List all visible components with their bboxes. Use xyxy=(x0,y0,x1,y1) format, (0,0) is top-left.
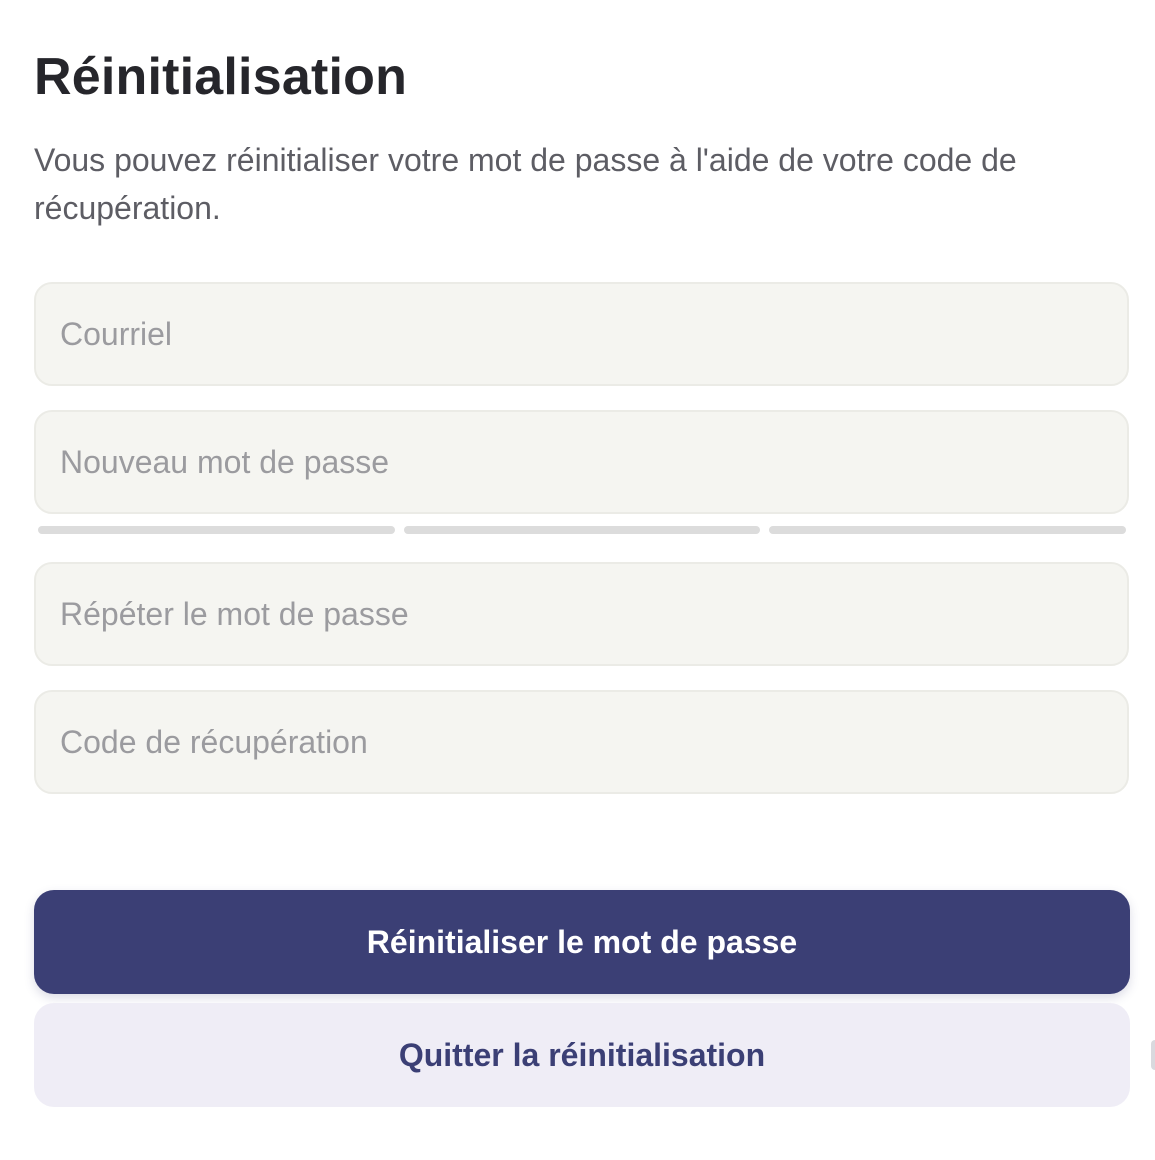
new-password-field[interactable] xyxy=(34,410,1129,514)
reset-password-button[interactable]: Réinitialiser le mot de passe xyxy=(34,890,1130,994)
page-description: Vous pouvez réinitialiser votre mot de p… xyxy=(34,142,1017,226)
password-strength-segment-1 xyxy=(38,526,395,534)
password-strength-segment-3 xyxy=(769,526,1127,534)
password-strength-segment-2 xyxy=(403,526,761,534)
page-title: Réinitialisation xyxy=(34,48,408,106)
email-field[interactable] xyxy=(34,282,1129,386)
recovery-code-field[interactable] xyxy=(34,690,1129,794)
repeat-password-field[interactable] xyxy=(34,562,1129,666)
quit-reset-button[interactable]: Quitter la réinitialisation xyxy=(34,1003,1130,1107)
scroll-edge-indicator xyxy=(1151,1040,1155,1070)
password-strength-meter xyxy=(38,526,1127,534)
